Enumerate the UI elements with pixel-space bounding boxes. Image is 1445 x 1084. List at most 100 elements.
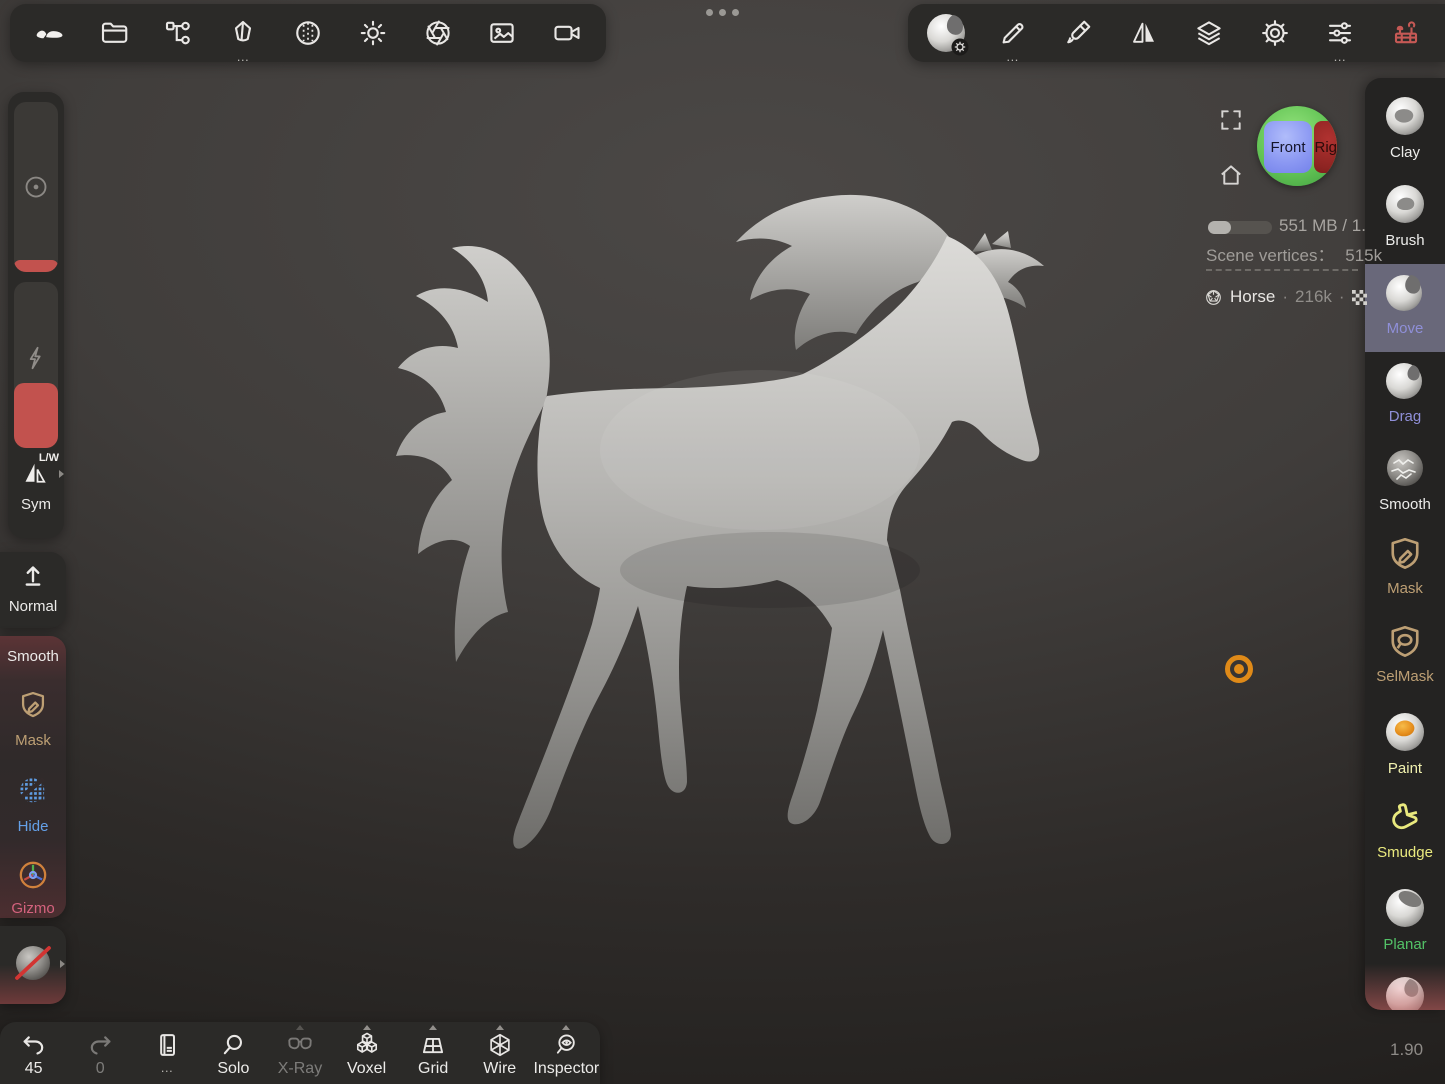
tool-planar[interactable]: Planar: [1365, 880, 1445, 968]
app-window: …: [0, 0, 1445, 1084]
video-camera-icon: [552, 18, 582, 48]
top-left-toolbar: …: [10, 4, 606, 62]
multitask-dots[interactable]: [706, 9, 739, 16]
pencil-icon: [998, 18, 1028, 48]
hide-dotted-icon[interactable]: [16, 774, 50, 808]
voxel-button[interactable]: Voxel: [334, 1022, 400, 1084]
sidebar-bottom-glow: [1365, 964, 1445, 1010]
paint-sphere-icon: [1382, 709, 1428, 755]
redo-icon: [86, 1031, 114, 1059]
grid-button[interactable]: Grid: [400, 1022, 466, 1084]
sym-expand-arrow[interactable]: [59, 470, 64, 478]
smooth-label[interactable]: Smooth: [0, 648, 66, 665]
orientation-ball[interactable]: Front Right: [1257, 106, 1337, 186]
wire-button[interactable]: Wire: [467, 1022, 533, 1084]
horse-model[interactable]: [340, 150, 1080, 870]
mask-shield-icon[interactable]: [16, 688, 50, 722]
gizmo-icon[interactable]: [16, 858, 50, 892]
front-face[interactable]: Front: [1264, 121, 1312, 173]
redo-button[interactable]: 0: [67, 1022, 133, 1084]
cursor-target-indicator: [1225, 655, 1253, 683]
sym-label[interactable]: Sym: [8, 496, 64, 513]
overflow-dots: …: [236, 52, 250, 62]
vertices-value: 515k: [1345, 246, 1382, 265]
history-button[interactable]: …: [134, 1022, 200, 1084]
fullscreen-icon[interactable]: [1218, 107, 1244, 133]
lighting-button[interactable]: [347, 4, 399, 62]
intensity-slider[interactable]: [14, 282, 58, 448]
painting-button[interactable]: [1052, 4, 1104, 62]
nomad-logo[interactable]: [23, 4, 75, 62]
xray-button[interactable]: X-Ray: [267, 1022, 333, 1084]
active-tool-preview[interactable]: [921, 4, 973, 62]
scene-graph-button[interactable]: [152, 4, 204, 62]
clay-sphere-icon: [1382, 93, 1428, 139]
normal-panel[interactable]: Normal: [0, 552, 66, 628]
filters-button[interactable]: …: [1314, 4, 1366, 62]
memory-bar-fill: [1208, 221, 1231, 234]
bottom-toolbar: 45 0 … Solo X-Ray: [0, 1022, 600, 1084]
aperture-icon: [423, 18, 453, 48]
topology-button[interactable]: …: [217, 4, 269, 62]
scene-vertices: Scene vertices： 515k: [1206, 241, 1382, 266]
tool-selmask[interactable]: SelMask: [1365, 616, 1445, 704]
tool-drag[interactable]: Drag: [1365, 352, 1445, 440]
symmetry-button[interactable]: [1118, 4, 1170, 62]
radius-slider[interactable]: [14, 102, 58, 272]
inspector-button[interactable]: Inspector: [533, 1022, 599, 1084]
tool-smooth[interactable]: Smooth: [1365, 440, 1445, 528]
normal-arrow-icon: [18, 560, 48, 590]
object-count: 216k: [1295, 287, 1332, 307]
falloff-expand-arrow[interactable]: [60, 960, 65, 968]
layers-icon: [1194, 18, 1224, 48]
files-folder-button[interactable]: [88, 4, 140, 62]
falloff-none-icon: [11, 941, 55, 985]
undo-button[interactable]: 45: [1, 1022, 67, 1084]
tool-smudge[interactable]: Smudge: [1365, 792, 1445, 880]
hide-label[interactable]: Hide: [0, 818, 66, 835]
postprocess-button[interactable]: [412, 4, 464, 62]
panel-caret-icon: [496, 1025, 504, 1030]
object-row[interactable]: Horse · 216k ·: [1204, 287, 1367, 307]
solo-button[interactable]: Solo: [200, 1022, 266, 1084]
zoom-level: 1.90: [1390, 1040, 1423, 1060]
tool-move[interactable]: Move: [1365, 264, 1445, 352]
material-button[interactable]: [282, 4, 334, 62]
dot-sep: ·: [1282, 287, 1288, 307]
tool-paint[interactable]: Paint: [1365, 704, 1445, 792]
tool-clay[interactable]: Clay: [1365, 88, 1445, 176]
slider-fill: [14, 383, 58, 448]
right-face[interactable]: Right: [1314, 121, 1337, 173]
gizmo-label[interactable]: Gizmo: [0, 900, 66, 917]
background-image-button[interactable]: [476, 4, 528, 62]
stats-divider: [1206, 269, 1358, 271]
settings-button[interactable]: [1249, 4, 1301, 62]
gear-icon: [1260, 18, 1290, 48]
topology-icon: [228, 18, 258, 48]
panel-caret-icon: [429, 1025, 437, 1030]
selmask-shield-icon: [1384, 621, 1426, 663]
stroke-button[interactable]: …: [987, 4, 1039, 62]
folder-icon: [99, 18, 129, 48]
notebook-icon: [153, 1031, 181, 1059]
lightning-icon: [22, 344, 50, 372]
layers-button[interactable]: [1183, 4, 1235, 62]
sun-icon: [358, 18, 388, 48]
left-tools-panel: Smooth Mask Hide Gizmo: [0, 636, 66, 918]
camera-button[interactable]: [541, 4, 593, 62]
mirror-icon: [1129, 18, 1159, 48]
toolbox-button[interactable]: [1380, 4, 1432, 62]
home-icon[interactable]: [1218, 162, 1244, 188]
wireframe-icon: [486, 1031, 514, 1059]
smudge-finger-icon: [1384, 797, 1426, 839]
geodesic-sphere-icon: [1204, 288, 1223, 307]
falloff-panel[interactable]: [0, 926, 66, 1004]
object-name: Horse: [1230, 287, 1275, 307]
tool-mask[interactable]: Mask: [1365, 528, 1445, 616]
brush-sphere-icon: [1382, 181, 1428, 227]
symmetry-icon[interactable]: [21, 458, 51, 488]
horse-tail: [396, 246, 550, 662]
mask-label[interactable]: Mask: [0, 732, 66, 749]
drag-sphere-icon: [1382, 357, 1428, 403]
checker-icon: [1352, 290, 1367, 305]
